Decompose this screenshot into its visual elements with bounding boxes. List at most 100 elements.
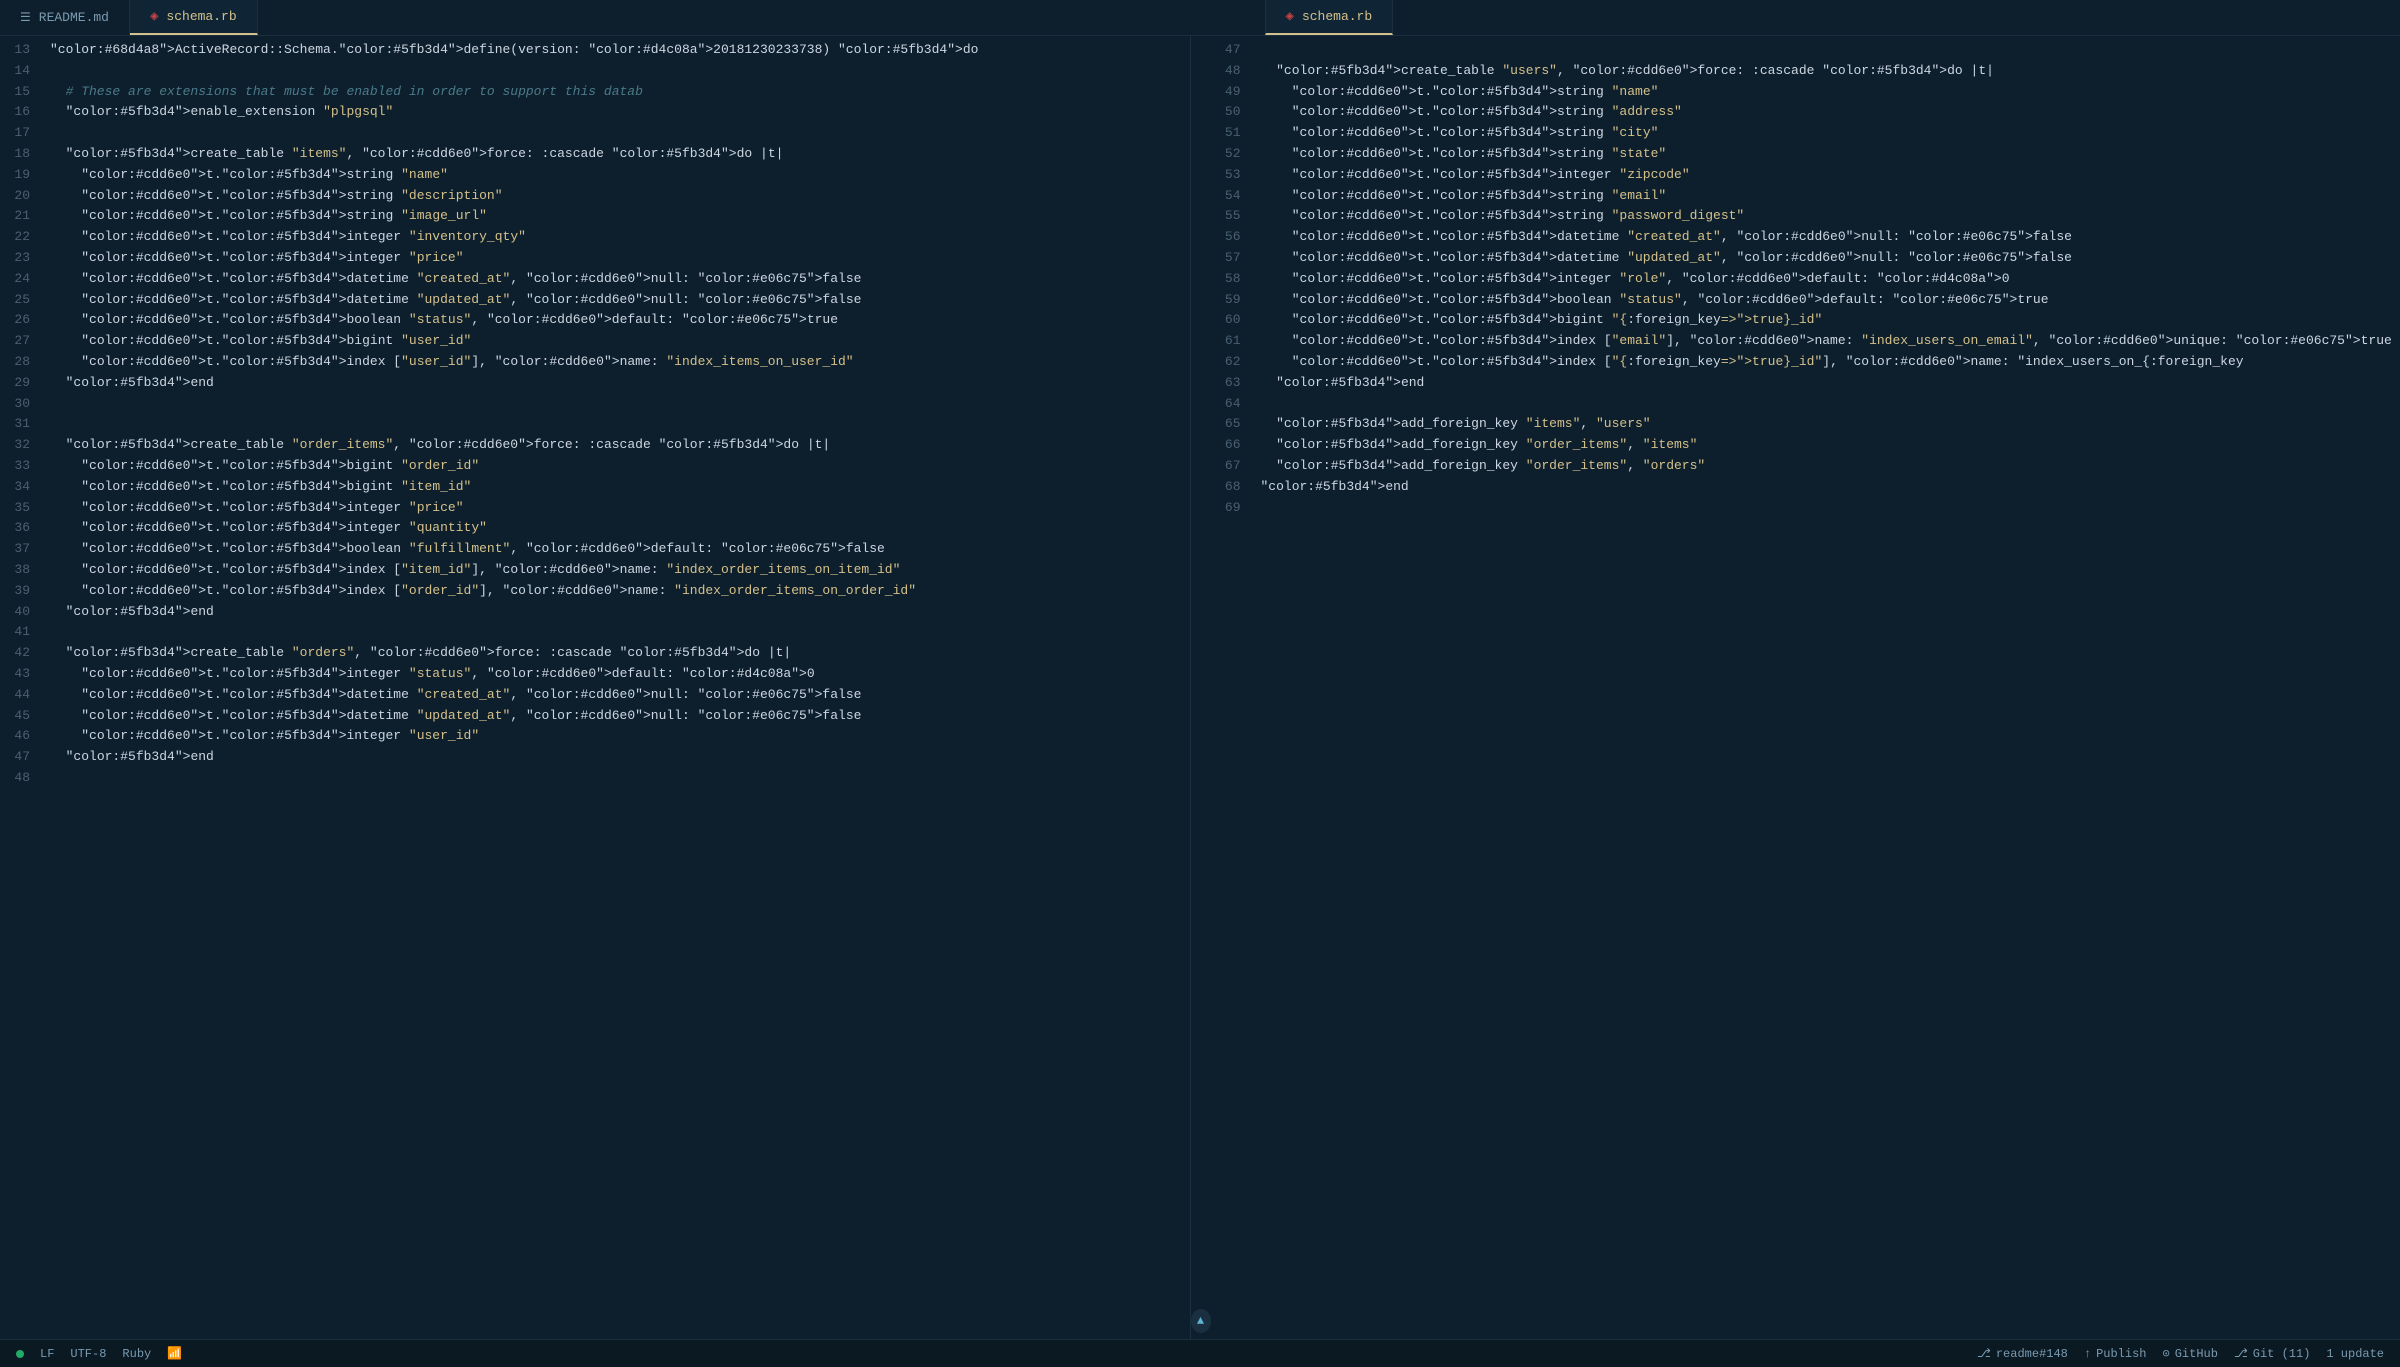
code-line: "color:#cdd6e0">t."color:#5fb3d4">bigint… [1261,310,2400,331]
code-line [50,61,1190,82]
line-number: 28 [8,352,30,373]
git-branch-item[interactable]: ⎇ readme#148 [1977,1346,2068,1361]
line-number: 25 [8,290,30,311]
update-item[interactable]: 1 update [2326,1347,2384,1361]
line-number: 17 [8,123,30,144]
line-number: 57 [1219,248,1241,269]
git-label: Git (11) [2253,1347,2311,1361]
line-number: 68 [1219,477,1241,498]
code-line: "color:#cdd6e0">t."color:#5fb3d4">dateti… [50,706,1190,727]
line-number: 47 [1219,40,1241,61]
status-language[interactable]: Ruby [122,1347,151,1361]
line-number: 29 [8,373,30,394]
status-left: LF UTF-8 Ruby 📶 [16,1346,182,1361]
publish-label: Publish [2096,1347,2146,1361]
git-branch-icon: ⎇ [1977,1346,1991,1361]
line-number: 48 [1219,61,1241,82]
github-label: GitHub [2175,1347,2218,1361]
right-editor-pane: 4748495051525354555657585960616263646566… [1211,36,2400,1339]
status-encoding[interactable]: LF [40,1347,54,1361]
git-item[interactable]: ⎇ Git (11) [2234,1346,2310,1361]
code-line: "color:#cdd6e0">t."color:#5fb3d4">boolea… [1261,290,2400,311]
code-line: "color:#68d4a8">ActiveRecord::Schema."co… [50,40,1190,61]
line-number: 46 [8,726,30,747]
status-charset[interactable]: UTF-8 [70,1347,106,1361]
line-number: 22 [8,227,30,248]
code-line: "color:#cdd6e0">t."color:#5fb3d4">intege… [50,518,1190,539]
line-number: 69 [1219,498,1241,519]
line-number: 14 [8,61,30,82]
line-number: 20 [8,186,30,207]
left-code-area[interactable]: 1314151617181920212223242526272829303132… [0,36,1190,1339]
line-number: 45 [8,706,30,727]
schema-left-tab-icon: ◈ [150,8,158,25]
code-line [50,768,1190,789]
right-line-numbers: 4748495051525354555657585960616263646566… [1211,36,1253,1339]
right-code-area[interactable]: 4748495051525354555657585960616263646566… [1211,36,2400,1339]
line-number: 33 [8,456,30,477]
readme-tab-label: README.md [39,10,109,25]
status-dot-item [16,1350,24,1358]
code-line: "color:#cdd6e0">t."color:#5fb3d4">intege… [50,227,1190,248]
line-number: 30 [8,394,30,415]
code-line: "color:#cdd6e0">t."color:#5fb3d4">intege… [50,498,1190,519]
code-line: "color:#cdd6e0">t."color:#5fb3d4">index … [50,352,1190,373]
code-line: "color:#5fb3d4">end [50,602,1190,623]
code-line: "color:#cdd6e0">t."color:#5fb3d4">intege… [50,248,1190,269]
right-code-lines: "color:#5fb3d4">create_table "users", "c… [1253,36,2400,1339]
line-number: 50 [1219,102,1241,123]
code-line [50,622,1190,643]
line-number: 35 [8,498,30,519]
code-line: "color:#cdd6e0">t."color:#5fb3d4">bigint… [50,477,1190,498]
line-number: 52 [1219,144,1241,165]
line-number: 54 [1219,186,1241,207]
line-number: 40 [8,602,30,623]
pane-divider[interactable]: ▲ [1191,36,1211,1339]
code-line: # These are extensions that must be enab… [50,82,1190,103]
status-indicator [16,1350,24,1358]
code-line: "color:#cdd6e0">t."color:#5fb3d4">index … [50,560,1190,581]
code-line: "color:#cdd6e0">t."color:#5fb3d4">index … [1261,331,2400,352]
line-number: 23 [8,248,30,269]
code-line: "color:#cdd6e0">t."color:#5fb3d4">intege… [1261,165,2400,186]
code-line: "color:#cdd6e0">t."color:#5fb3d4">intege… [50,726,1190,747]
code-line: "color:#5fb3d4">create_table "order_item… [50,435,1190,456]
code-line [1261,498,2400,519]
line-number: 41 [8,622,30,643]
publish-item[interactable]: ↑ Publish [2084,1347,2147,1361]
line-number: 24 [8,269,30,290]
tab-bar: ☰ README.md ◈ schema.rb ◈ schema.rb [0,0,2400,36]
line-number: 60 [1219,310,1241,331]
code-line: "color:#cdd6e0">t."color:#5fb3d4">boolea… [50,539,1190,560]
tab-readme[interactable]: ☰ README.md [0,0,130,35]
line-number: 34 [8,477,30,498]
scroll-up-button[interactable]: ▲ [1191,1309,1211,1333]
code-line: "color:#5fb3d4">end [50,373,1190,394]
code-line: "color:#cdd6e0">t."color:#5fb3d4">string… [1261,123,2400,144]
code-line: "color:#cdd6e0">t."color:#5fb3d4">dateti… [50,269,1190,290]
line-number: 47 [8,747,30,768]
github-item[interactable]: ⊙ GitHub [2163,1346,2218,1361]
line-number: 39 [8,581,30,602]
code-line: "color:#cdd6e0">t."color:#5fb3d4">intege… [1261,269,2400,290]
schema-left-tab-label: schema.rb [166,9,236,24]
line-number: 13 [8,40,30,61]
code-line: "color:#cdd6e0">t."color:#5fb3d4">string… [1261,144,2400,165]
line-number: 42 [8,643,30,664]
code-line: "color:#cdd6e0">t."color:#5fb3d4">dateti… [50,685,1190,706]
line-number: 43 [8,664,30,685]
code-line: "color:#5fb3d4">create_table "users", "c… [1261,61,2400,82]
tab-schema-left[interactable]: ◈ schema.rb [130,0,258,35]
line-number: 65 [1219,414,1241,435]
tab-schema-right[interactable]: ◈ schema.rb [1265,0,1394,35]
code-line [50,394,1190,415]
code-line [1261,40,2400,61]
line-number: 49 [1219,82,1241,103]
code-line: "color:#cdd6e0">t."color:#5fb3d4">bigint… [50,331,1190,352]
editors-container: 1314151617181920212223242526272829303132… [0,36,2400,1339]
line-number: 37 [8,539,30,560]
line-number: 26 [8,310,30,331]
status-bar: LF UTF-8 Ruby 📶 ⎇ readme#148 ↑ Publish ⊙… [0,1339,2400,1367]
line-number: 31 [8,414,30,435]
code-line: "color:#cdd6e0">t."color:#5fb3d4">string… [1261,82,2400,103]
